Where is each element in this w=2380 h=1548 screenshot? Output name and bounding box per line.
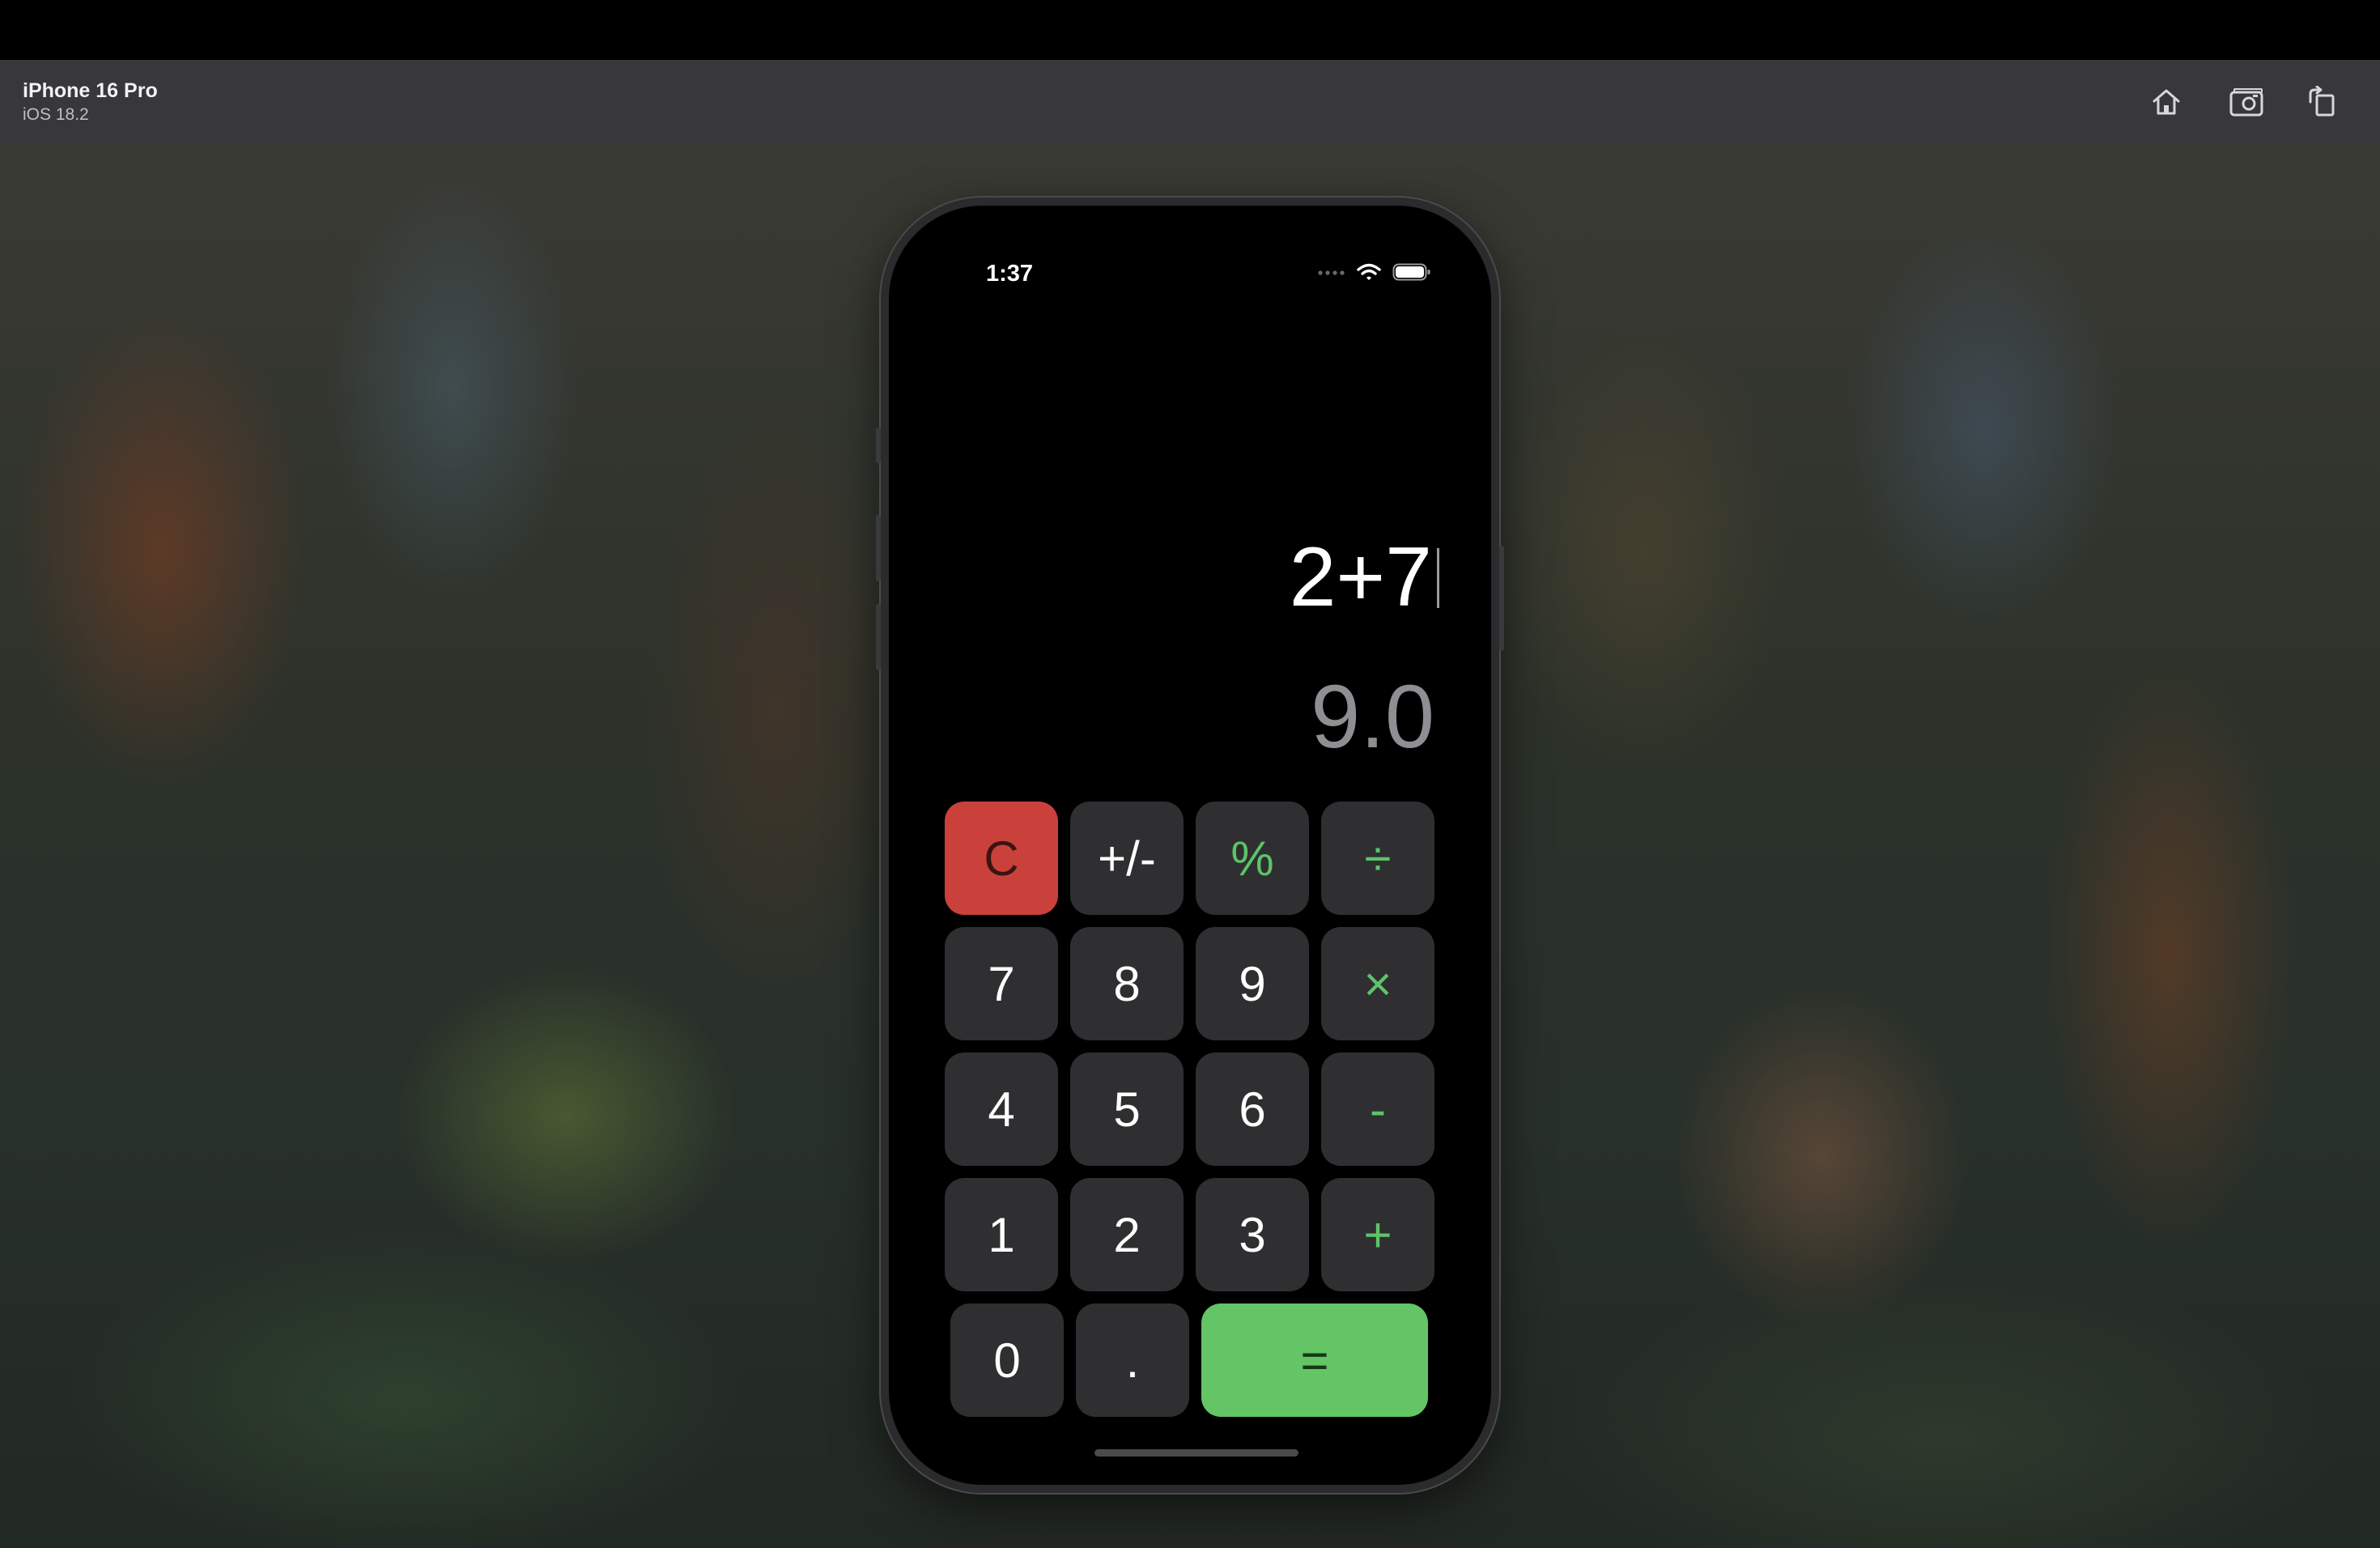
decimal-button[interactable]: .	[1076, 1303, 1189, 1417]
divide-button[interactable]: ÷	[1321, 802, 1434, 915]
volume-down-button	[876, 604, 881, 670]
multiply-button[interactable]: ×	[1321, 927, 1434, 1040]
digit-6-button[interactable]: 6	[1196, 1053, 1309, 1166]
clear-button[interactable]: C	[945, 802, 1058, 915]
percent-button[interactable]: %	[1196, 802, 1309, 915]
side-power-button	[1499, 546, 1504, 651]
screenshot-button[interactable]	[2226, 81, 2268, 123]
digit-0-button[interactable]: 0	[950, 1303, 1064, 1417]
digit-7-button[interactable]: 7	[945, 927, 1058, 1040]
phone-screen: 1:37 2+7 9.0 C +/- % ÷ 7 8 9 × 4 5 6 - 1…	[889, 206, 1491, 1485]
volume-up-button	[876, 515, 881, 581]
digit-1-button[interactable]: 1	[945, 1178, 1058, 1291]
home-indicator[interactable]	[1094, 1449, 1298, 1457]
digit-4-button[interactable]: 4	[945, 1053, 1058, 1166]
action-button	[876, 427, 881, 463]
home-icon	[2153, 89, 2180, 115]
os-version: iOS 18.2	[23, 105, 89, 124]
digit-3-button[interactable]: 3	[1196, 1178, 1309, 1291]
equals-button[interactable]: =	[1201, 1303, 1428, 1417]
top-black-strip	[0, 0, 2380, 60]
digit-8-button[interactable]: 8	[1070, 927, 1184, 1040]
rotate-button[interactable]	[2301, 81, 2343, 123]
add-button[interactable]: +	[1321, 1178, 1434, 1291]
keypad: C +/- % ÷ 7 8 9 × 4 5 6 - 1 2 3 + 0 . =	[889, 206, 1491, 1485]
subtract-button[interactable]: -	[1321, 1053, 1434, 1166]
rotate-icon	[2309, 86, 2335, 117]
digit-9-button[interactable]: 9	[1196, 927, 1309, 1040]
device-name: iPhone 16 Pro	[23, 79, 158, 102]
sign-toggle-button[interactable]: +/-	[1070, 802, 1184, 915]
digit-2-button[interactable]: 2	[1070, 1178, 1184, 1291]
home-button[interactable]	[2145, 81, 2187, 123]
iphone-frame: 1:37 2+7 9.0 C +/- % ÷ 7 8 9 × 4 5 6 - 1…	[876, 198, 1504, 1493]
screenshot-icon	[2229, 88, 2263, 117]
simulator-toolbar: iPhone 16 Pro iOS 18.2	[0, 60, 2380, 145]
digit-5-button[interactable]: 5	[1070, 1053, 1184, 1166]
